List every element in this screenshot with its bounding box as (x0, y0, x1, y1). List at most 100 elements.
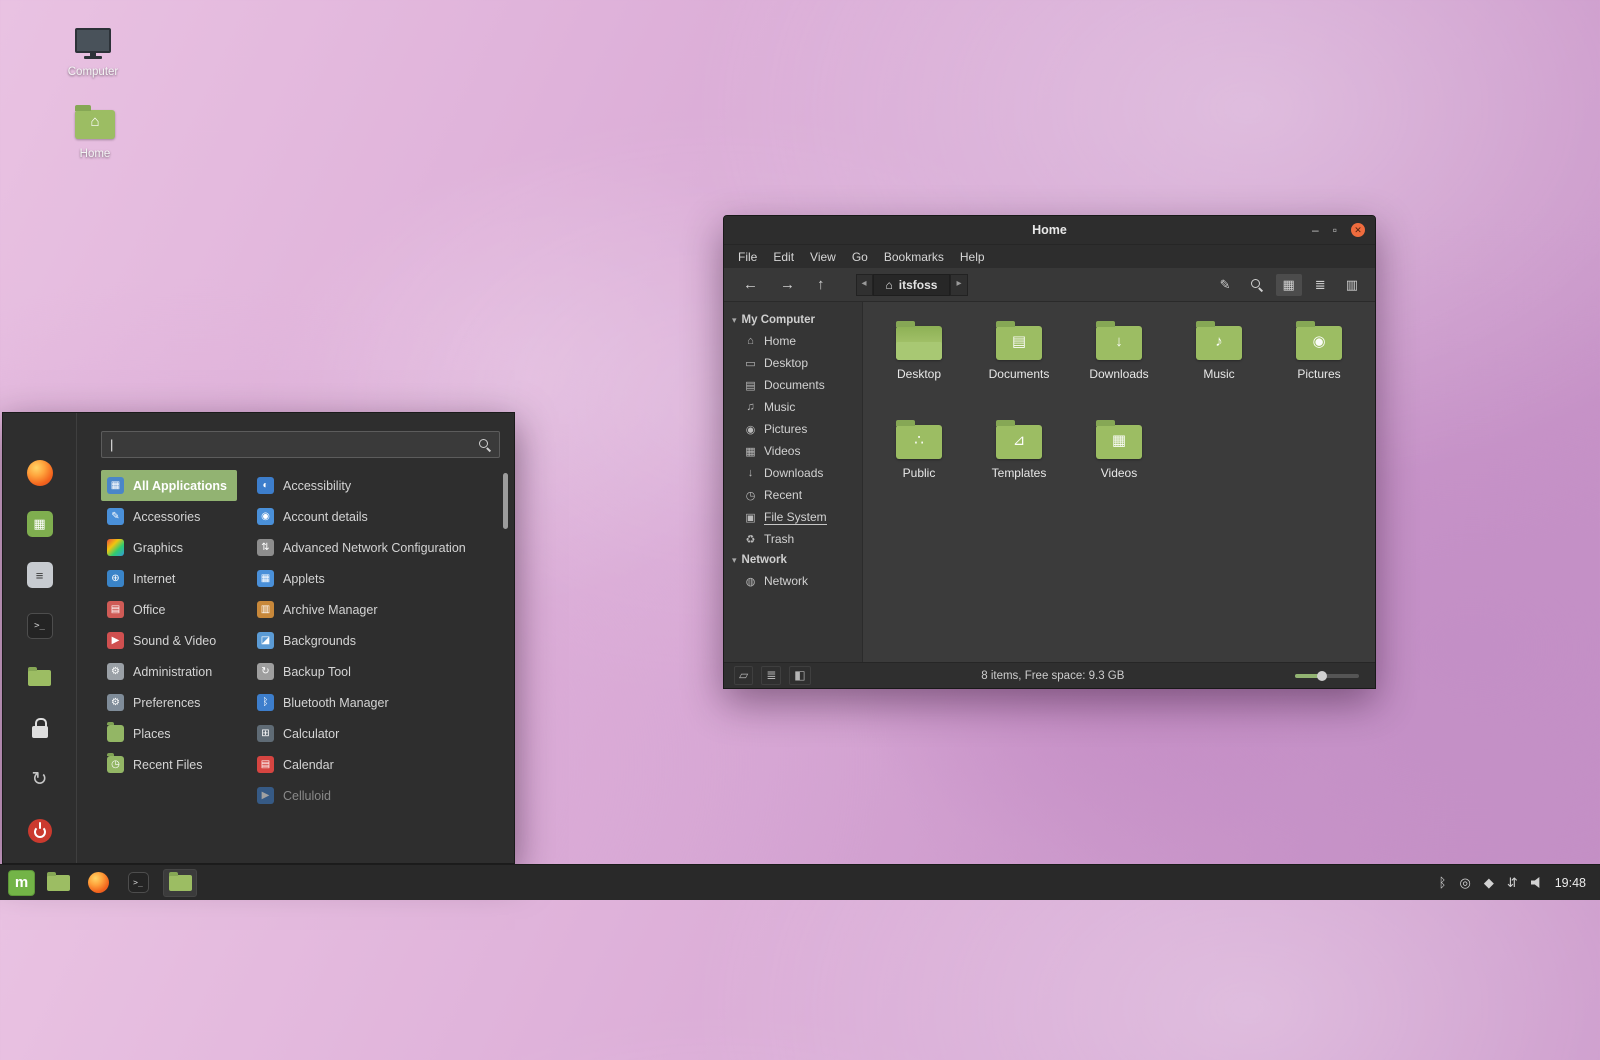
menubar-go[interactable]: Go (844, 250, 876, 264)
mint-menu: ▦ ≡ >_ ↻ | ▦ All Applications ✎ Accessories Gra… (2, 412, 515, 864)
up-icon[interactable]: ↑ (808, 274, 834, 295)
desktop-icon-computer[interactable]: Computer (56, 20, 130, 78)
sidebar-item-downloads[interactable]: ↓ Downloads (724, 462, 862, 484)
close-button[interactable]: ✕ (1351, 223, 1365, 237)
app-network-config[interactable]: ⇅ Advanced Network Configuration (251, 532, 476, 563)
breadcrumb-prev-icon[interactable]: ◂ (855, 273, 873, 296)
applets-icon: ▦ (257, 570, 274, 587)
minimize-button[interactable]: – (1312, 224, 1319, 236)
menu-search-input[interactable]: | (101, 431, 500, 458)
app-backgrounds[interactable]: ◪ Backgrounds (251, 625, 366, 656)
file-view[interactable]: Desktop ▤ Documents ↓ Downloads ♪ Music ◉ Pictur… (863, 302, 1375, 662)
category-recent-files[interactable]: ◷ Recent Files (101, 749, 212, 780)
category-accessories[interactable]: ✎ Accessories (101, 501, 210, 532)
sidebar-places-toggle-icon[interactable]: ▱ (734, 666, 754, 685)
sidebar-item-label: File System (764, 509, 827, 525)
folder-item-videos[interactable]: ▦ Videos (1073, 415, 1165, 514)
app-backup-tool[interactable]: ↻ Backup Tool (251, 656, 361, 687)
menubar-edit[interactable]: Edit (765, 250, 802, 264)
sidebar-item-pictures[interactable]: ◉ Pictures (724, 418, 862, 440)
sidebar-item-music[interactable]: ♫ Music (724, 396, 862, 418)
category-label: Graphics (133, 540, 184, 555)
sidebar-item-documents[interactable]: ▤ Documents (724, 374, 862, 396)
firefox-icon[interactable] (24, 457, 56, 489)
folder-item-pictures[interactable]: ◉ Pictures (1273, 316, 1365, 415)
app-calculator[interactable]: ⊞ Calculator (251, 718, 349, 749)
system-settings-icon[interactable]: ≡ (24, 559, 56, 591)
app-archive-manager[interactable]: ▥ Archive Manager (251, 594, 388, 625)
files-icon[interactable] (24, 662, 56, 694)
desktop-icon-home[interactable]: ⌂ Home (58, 102, 132, 160)
application-list: ◐ Accessibility ◉ Account details ⇅ Advanced … (251, 470, 502, 811)
terminal-launcher[interactable]: >_ (125, 870, 151, 896)
sidebar-item-videos[interactable]: ▦ Videos (724, 440, 862, 462)
sidebar-item-recent[interactable]: ◷ Recent (724, 484, 862, 506)
folder-item-music[interactable]: ♪ Music (1173, 316, 1265, 415)
edit-location-icon[interactable]: ✎ (1213, 274, 1238, 296)
titlebar[interactable]: Home – ▫ ✕ (724, 216, 1375, 245)
firefox-glyph (87, 872, 109, 893)
category-all-applications[interactable]: ▦ All Applications (101, 470, 237, 501)
lock-screen-icon[interactable] (24, 713, 56, 745)
volume-icon[interactable] (1530, 877, 1540, 888)
app-accessibility[interactable]: ◐ Accessibility (251, 470, 361, 501)
sidebar-section-network[interactable]: ▾ Network (724, 550, 862, 570)
home-icon: ⌂ (747, 335, 754, 347)
mint-menu-button[interactable]: m (8, 869, 35, 896)
compact-view-icon[interactable]: ▥ (1339, 274, 1365, 296)
list-view-icon[interactable]: ≣ (1308, 274, 1333, 296)
sidebar-item-home[interactable]: ⌂ Home (724, 330, 862, 352)
menubar-bookmarks[interactable]: Bookmarks (876, 250, 952, 264)
breadcrumb-next-icon[interactable]: ▸ (950, 273, 968, 296)
maximize-button[interactable]: ▫ (1333, 224, 1337, 236)
folder-item-desktop[interactable]: Desktop (873, 316, 965, 415)
zoom-slider[interactable] (1295, 670, 1359, 681)
folder-item-templates[interactable]: ⊿ Templates (973, 415, 1065, 514)
app-account-details[interactable]: ◉ Account details (251, 501, 378, 532)
menubar-view[interactable]: View (802, 250, 844, 264)
category-internet[interactable]: ⊕ Internet (101, 563, 185, 594)
category-sound-video[interactable]: ▶ Sound & Video (101, 625, 226, 656)
category-office[interactable]: ▤ Office (101, 594, 175, 625)
sidebar-item-desktop[interactable]: ▭ Desktop (724, 352, 862, 374)
breadcrumb-home-button[interactable]: ⌂ itsfoss (872, 273, 951, 296)
forward-icon[interactable]: → (771, 274, 804, 295)
blueman-icon[interactable]: ◎ (1459, 876, 1470, 889)
app-celluloid[interactable]: ▶ Celluloid (251, 780, 341, 811)
network-icon[interactable]: ⇵ (1507, 876, 1518, 889)
category-graphics[interactable]: Graphics (101, 532, 193, 563)
app-calendar[interactable]: ▤ Calendar (251, 749, 344, 780)
sidebar-tree-toggle-icon[interactable]: ≣ (761, 666, 782, 685)
software-manager-icon[interactable]: ▦ (24, 508, 56, 540)
zoom-slider-handle[interactable] (1316, 670, 1327, 681)
quit-icon[interactable] (24, 815, 56, 847)
calendar-icon: ▤ (257, 756, 274, 773)
terminal-icon[interactable]: >_ (24, 610, 56, 642)
app-applets[interactable]: ▦ Applets (251, 563, 335, 594)
sidebar-hide-icon[interactable]: ◧ (789, 666, 811, 685)
folder-item-documents[interactable]: ▤ Documents (973, 316, 1065, 415)
menubar-file[interactable]: File (730, 250, 765, 264)
firewall-icon[interactable]: ◆ (1484, 876, 1494, 889)
logout-glyph: ↻ (31, 769, 48, 791)
folder-item-public[interactable]: ∴ Public (873, 415, 965, 514)
sidebar-item-file-system[interactable]: ▣ File System (724, 506, 862, 528)
app-bluetooth-manager[interactable]: ᛒ Bluetooth Manager (251, 687, 399, 718)
logout-icon[interactable]: ↻ (24, 764, 56, 796)
sidebar-item-network[interactable]: ◍ Network (724, 570, 862, 592)
category-preferences[interactable]: ⚙ Preferences (101, 687, 210, 718)
open-window-button[interactable] (163, 868, 197, 897)
firefox-launcher[interactable] (85, 870, 111, 896)
category-places[interactable]: Places (101, 718, 181, 749)
sidebar-item-trash[interactable]: ♻ Trash (724, 528, 862, 550)
bluetooth-icon[interactable]: ᛒ (1439, 876, 1447, 889)
folder-item-downloads[interactable]: ↓ Downloads (1073, 316, 1165, 415)
search-icon[interactable] (1244, 276, 1270, 294)
grid-view-icon[interactable]: ▦ (1275, 273, 1302, 296)
back-icon[interactable]: ← (734, 274, 767, 295)
files-launcher[interactable] (45, 870, 71, 896)
category-administration[interactable]: ⚙ Administration (101, 656, 222, 687)
menubar-help[interactable]: Help (952, 250, 993, 264)
scrollbar[interactable] (503, 473, 508, 529)
sidebar-section-my-computer[interactable]: ▾ My Computer (724, 310, 862, 330)
